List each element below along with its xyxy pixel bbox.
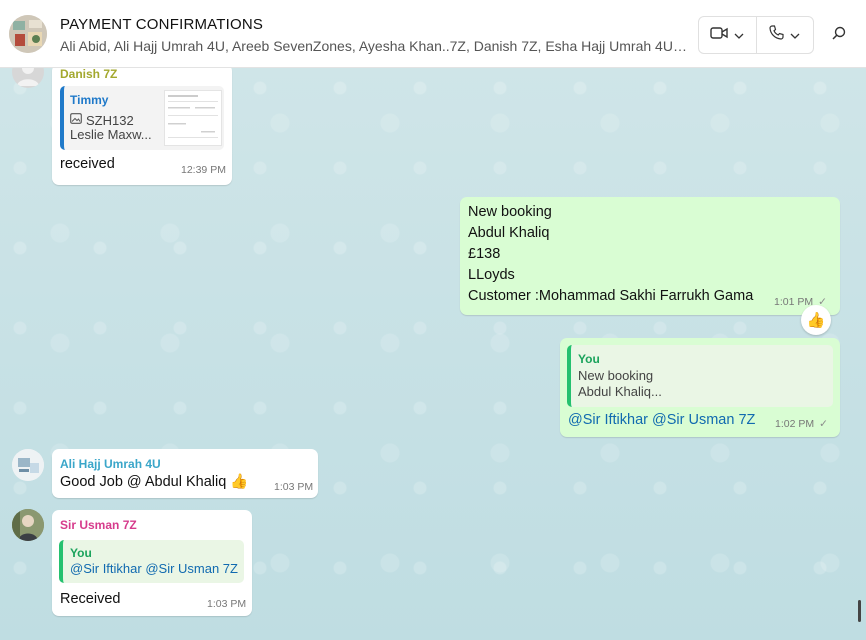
message-text: received (60, 156, 115, 172)
voice-call-button[interactable] (755, 17, 814, 53)
message-time: 1:03 PM (274, 481, 314, 493)
message-bubble[interactable]: You New booking Abdul Khaliq... @Sir Ift… (560, 338, 840, 437)
message-text: Received (60, 591, 121, 607)
phone-icon (769, 25, 784, 45)
avatar[interactable] (12, 449, 44, 481)
chat-header: PAYMENT CONFIRMATIONS Ali Abid, Ali Hajj… (0, 0, 866, 68)
message-time: 1:02 PM ✓ (775, 418, 828, 430)
sender-name[interactable]: Danish 7Z (60, 68, 117, 81)
quoted-message[interactable]: You New booking Abdul Khaliq... (567, 345, 833, 407)
sender-name[interactable]: Sir Usman 7Z (60, 518, 137, 532)
group-avatar[interactable] (9, 15, 47, 53)
quote-author: You (578, 352, 600, 366)
message-text: Good Job @ Abdul Khaliq 👍 (60, 474, 249, 490)
quote-text: Leslie Maxw... (70, 127, 152, 142)
message-text: LLoyds (468, 267, 515, 283)
quote-text: Abdul Khaliq... (578, 384, 662, 399)
reaction-badge[interactable]: 👍 (801, 305, 831, 335)
quote-text: New booking (578, 368, 654, 383)
participants-list[interactable]: Ali Abid, Ali Hajj Umrah 4U, Areeb Seven… (60, 38, 688, 54)
chevron-down-icon (734, 26, 744, 44)
video-camera-icon (710, 26, 728, 45)
chevron-down-icon (790, 26, 800, 44)
scrollbar[interactable] (858, 600, 861, 622)
sender-name[interactable]: Ali Hajj Umrah 4U (60, 457, 161, 471)
message-text: New booking (468, 204, 552, 220)
sent-check-icon: ✓ (819, 418, 828, 430)
message-bubble[interactable]: New booking Abdul Khaliq £138 LLoyds Cus… (460, 197, 840, 315)
video-call-button[interactable] (699, 17, 756, 53)
quote-author: You (70, 546, 92, 560)
message-bubble[interactable]: Danish 7Z Timmy SZH132 Leslie Maxw... re… (52, 68, 232, 185)
message-time-text: 1:02 PM (775, 418, 815, 430)
message-text: Customer :Mohammad Sakhi Farrukh Gama (468, 288, 754, 304)
search-icon (832, 26, 846, 45)
quote-text: SZH132 (86, 112, 134, 128)
quote-text: @Sir Iftikhar @Sir Usman 7Z (70, 561, 238, 576)
quote-author: Timmy (70, 93, 109, 107)
mention-text[interactable]: @Sir Iftikhar @Sir Usman 7Z (568, 410, 755, 431)
chat-title[interactable]: PAYMENT CONFIRMATIONS (60, 16, 263, 33)
message-time: 1:03 PM (207, 598, 247, 610)
avatar[interactable] (12, 509, 44, 541)
message-bubble[interactable]: Ali Hajj Umrah 4U Good Job @ Abdul Khali… (52, 449, 318, 498)
message-text: Abdul Khaliq (468, 225, 550, 241)
search-button[interactable] (826, 22, 852, 48)
image-thumbnail (164, 90, 222, 146)
message-time: 12:39 PM (181, 164, 226, 176)
message-bubble[interactable]: Sir Usman 7Z You @Sir Iftikhar @Sir Usma… (52, 510, 252, 616)
call-buttons-group (698, 16, 814, 54)
quoted-message[interactable]: You @Sir Iftikhar @Sir Usman 7Z (59, 540, 244, 583)
chat-area[interactable]: Danish 7Z Timmy SZH132 Leslie Maxw... re… (0, 68, 866, 640)
avatar[interactable] (12, 68, 44, 88)
thumbs-up-icon: 👍 (806, 312, 826, 329)
message-text: £138 (468, 246, 501, 262)
quoted-message[interactable]: Timmy SZH132 Leslie Maxw... (60, 86, 224, 150)
